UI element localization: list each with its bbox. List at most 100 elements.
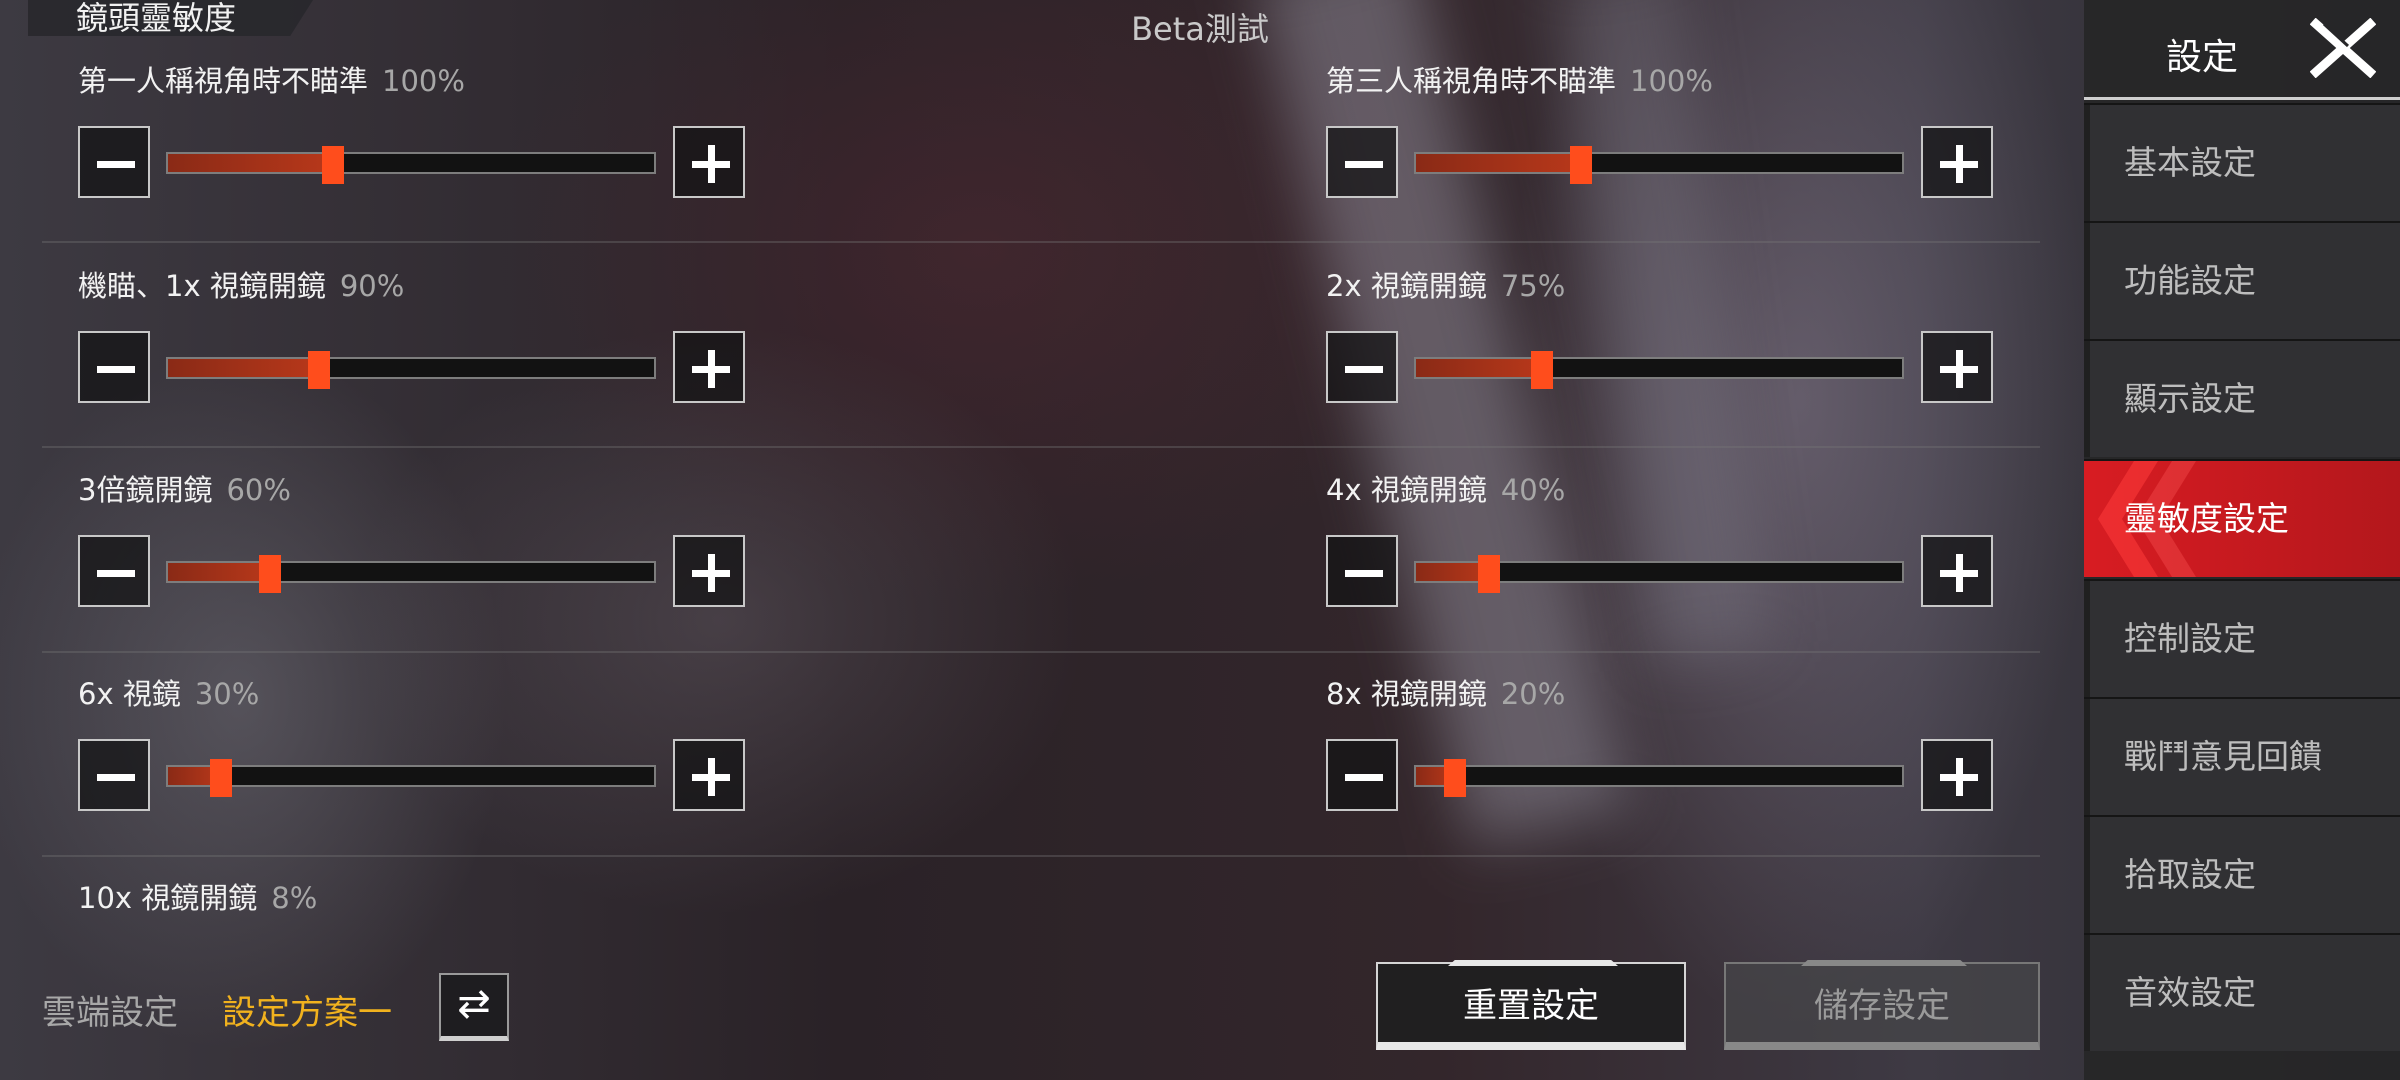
increase-button[interactable] (673, 535, 745, 607)
increase-button[interactable] (673, 739, 745, 811)
minus-icon (97, 774, 135, 781)
increase-button[interactable] (1921, 535, 1993, 607)
setting-value: 100% (1630, 64, 1713, 98)
sidebar-item-sensitivity[interactable]: 靈敏度設定 (2084, 459, 2400, 577)
sidebar-item-controls[interactable]: 控制設定 (2084, 579, 2400, 697)
increase-button[interactable] (1921, 126, 1993, 198)
setting-4x-scope: 4x 視鏡開鏡 40% (1326, 409, 2026, 609)
minus-icon (97, 366, 135, 373)
slider-fill (168, 563, 271, 581)
slider-thumb[interactable] (322, 146, 345, 184)
setting-value: 60% (226, 473, 291, 507)
sidebar-item-pickup[interactable]: 拾取設定 (2084, 815, 2400, 933)
setting-label: 2x 視鏡開鏡 (1326, 269, 1487, 303)
slider-track[interactable] (166, 555, 656, 593)
slider-thumb[interactable] (1443, 759, 1466, 797)
setting-10x-scope: 10x 視鏡開鏡 8% (78, 817, 778, 927)
setting-3x-scope: 3倍鏡開鏡 60% (78, 409, 778, 609)
setting-value: 75% (1500, 269, 1566, 303)
setting-label: 第一人稱視角時不瞄準 (78, 64, 369, 98)
decrease-button[interactable] (78, 331, 150, 403)
slider-thumb[interactable] (307, 351, 330, 389)
cloud-settings-label: 雲端設定 (42, 993, 178, 1033)
slider-track[interactable] (166, 351, 656, 389)
decrease-button[interactable] (78, 535, 150, 607)
slider-fill (1416, 359, 1543, 377)
setting-value: 8% (271, 881, 318, 915)
setting-value: 90% (339, 269, 405, 303)
minus-icon (97, 161, 135, 168)
increase-button[interactable] (673, 331, 745, 403)
swap-arrows-icon: ⇄ (457, 981, 491, 1027)
save-settings-button[interactable]: 儲存設定 (1724, 960, 2040, 1050)
slider-thumb[interactable] (1477, 555, 1500, 593)
decrease-button[interactable] (78, 739, 150, 811)
setting-third-person: 第三人稱視角時不瞄準 100% (1326, 0, 2026, 200)
increase-button[interactable] (1921, 739, 1993, 811)
settings-scheme-label[interactable]: 設定方案一 (222, 985, 392, 1034)
setting-label: 3倍鏡開鏡 (78, 473, 213, 507)
decrease-button[interactable] (1326, 331, 1398, 403)
slider-track[interactable] (166, 759, 656, 797)
sensitivity-panel: 鏡頭靈敏度 Beta測試 第一人稱視角時不瞄準 100% 第三人稱視角時不瞄準 10… (0, 0, 2084, 1080)
sidebar-title: 設定 (2166, 37, 2239, 78)
slider-thumb[interactable] (259, 555, 282, 593)
slider-thumb[interactable] (210, 759, 233, 797)
sidebar-item-audio[interactable]: 音效設定 (2084, 933, 2400, 1051)
setting-label: 第三人稱視角時不瞄準 (1326, 64, 1617, 98)
decrease-button[interactable] (1326, 126, 1398, 198)
increase-button[interactable] (1921, 331, 1993, 403)
slider-fill (168, 154, 334, 172)
setting-value: 100% (382, 64, 465, 98)
slider-track[interactable] (166, 146, 656, 184)
reset-label: 重置設定 (1463, 986, 1599, 1026)
minus-icon (1345, 570, 1383, 577)
sidebar-item-combat-feedback[interactable]: 戰鬥意見回饋 (2084, 697, 2400, 815)
decrease-button[interactable] (1326, 535, 1398, 607)
setting-6x-scope: 6x 視鏡 30% (78, 613, 778, 813)
sidebar-item-display[interactable]: 顯示設定 (2084, 339, 2400, 457)
slider-thumb[interactable] (1570, 146, 1593, 184)
reset-settings-button[interactable]: 重置設定 (1376, 960, 1686, 1050)
save-label: 儲存設定 (1814, 986, 1950, 1026)
sidebar-item-features[interactable]: 功能設定 (2084, 221, 2400, 339)
setting-value: 20% (1500, 677, 1566, 711)
close-icon[interactable] (2310, 18, 2376, 78)
slider-fill (1416, 154, 1582, 172)
sidebar-item-label: 靈敏度設定 (2124, 499, 2289, 538)
decrease-button[interactable] (1326, 739, 1398, 811)
decrease-button[interactable] (78, 126, 150, 198)
sidebar-item-label: 拾取設定 (2124, 855, 2256, 894)
setting-value: 40% (1500, 473, 1566, 507)
slider-track[interactable] (1414, 146, 1904, 184)
slider-track[interactable] (1414, 555, 1904, 593)
settings-sidebar: 設定 基本設定 功能設定 顯示設定 靈敏度設定 控制設定 戰鬥意見回饋 拾取設定… (2084, 0, 2400, 1080)
setting-first-person: 第一人稱視角時不瞄準 100% (78, 0, 778, 200)
sidebar-item-label: 功能設定 (2124, 261, 2256, 300)
slider-thumb[interactable] (1531, 351, 1554, 389)
setting-label: 6x 視鏡 (78, 677, 181, 711)
minus-icon (1345, 774, 1383, 781)
slider-track[interactable] (1414, 351, 1904, 389)
swap-scheme-button[interactable]: ⇄ (439, 973, 509, 1041)
setting-label: 10x 視鏡開鏡 (78, 881, 258, 915)
increase-button[interactable] (673, 126, 745, 198)
sidebar-header: 設定 (2084, 0, 2400, 100)
minus-icon (1345, 366, 1383, 373)
setting-label: 8x 視鏡開鏡 (1326, 677, 1487, 711)
minus-icon (1345, 161, 1383, 168)
minus-icon (97, 570, 135, 577)
sidebar-item-label: 基本設定 (2124, 143, 2256, 182)
setting-value: 30% (194, 677, 260, 711)
setting-label: 4x 視鏡開鏡 (1326, 473, 1487, 507)
sidebar-item-label: 音效設定 (2124, 973, 2256, 1012)
setting-2x-scope: 2x 視鏡開鏡 75% (1326, 205, 2026, 405)
sidebar-item-label: 控制設定 (2124, 619, 2256, 658)
setting-8x-scope: 8x 視鏡開鏡 20% (1326, 613, 2026, 813)
sidebar-item-label: 顯示設定 (2124, 379, 2256, 418)
slider-fill (168, 359, 319, 377)
slider-track[interactable] (1414, 759, 1904, 797)
sidebar-item-label: 戰鬥意見回饋 (2124, 737, 2322, 776)
sidebar-item-basic[interactable]: 基本設定 (2084, 103, 2400, 221)
beta-label: Beta測試 (1131, 10, 1269, 48)
